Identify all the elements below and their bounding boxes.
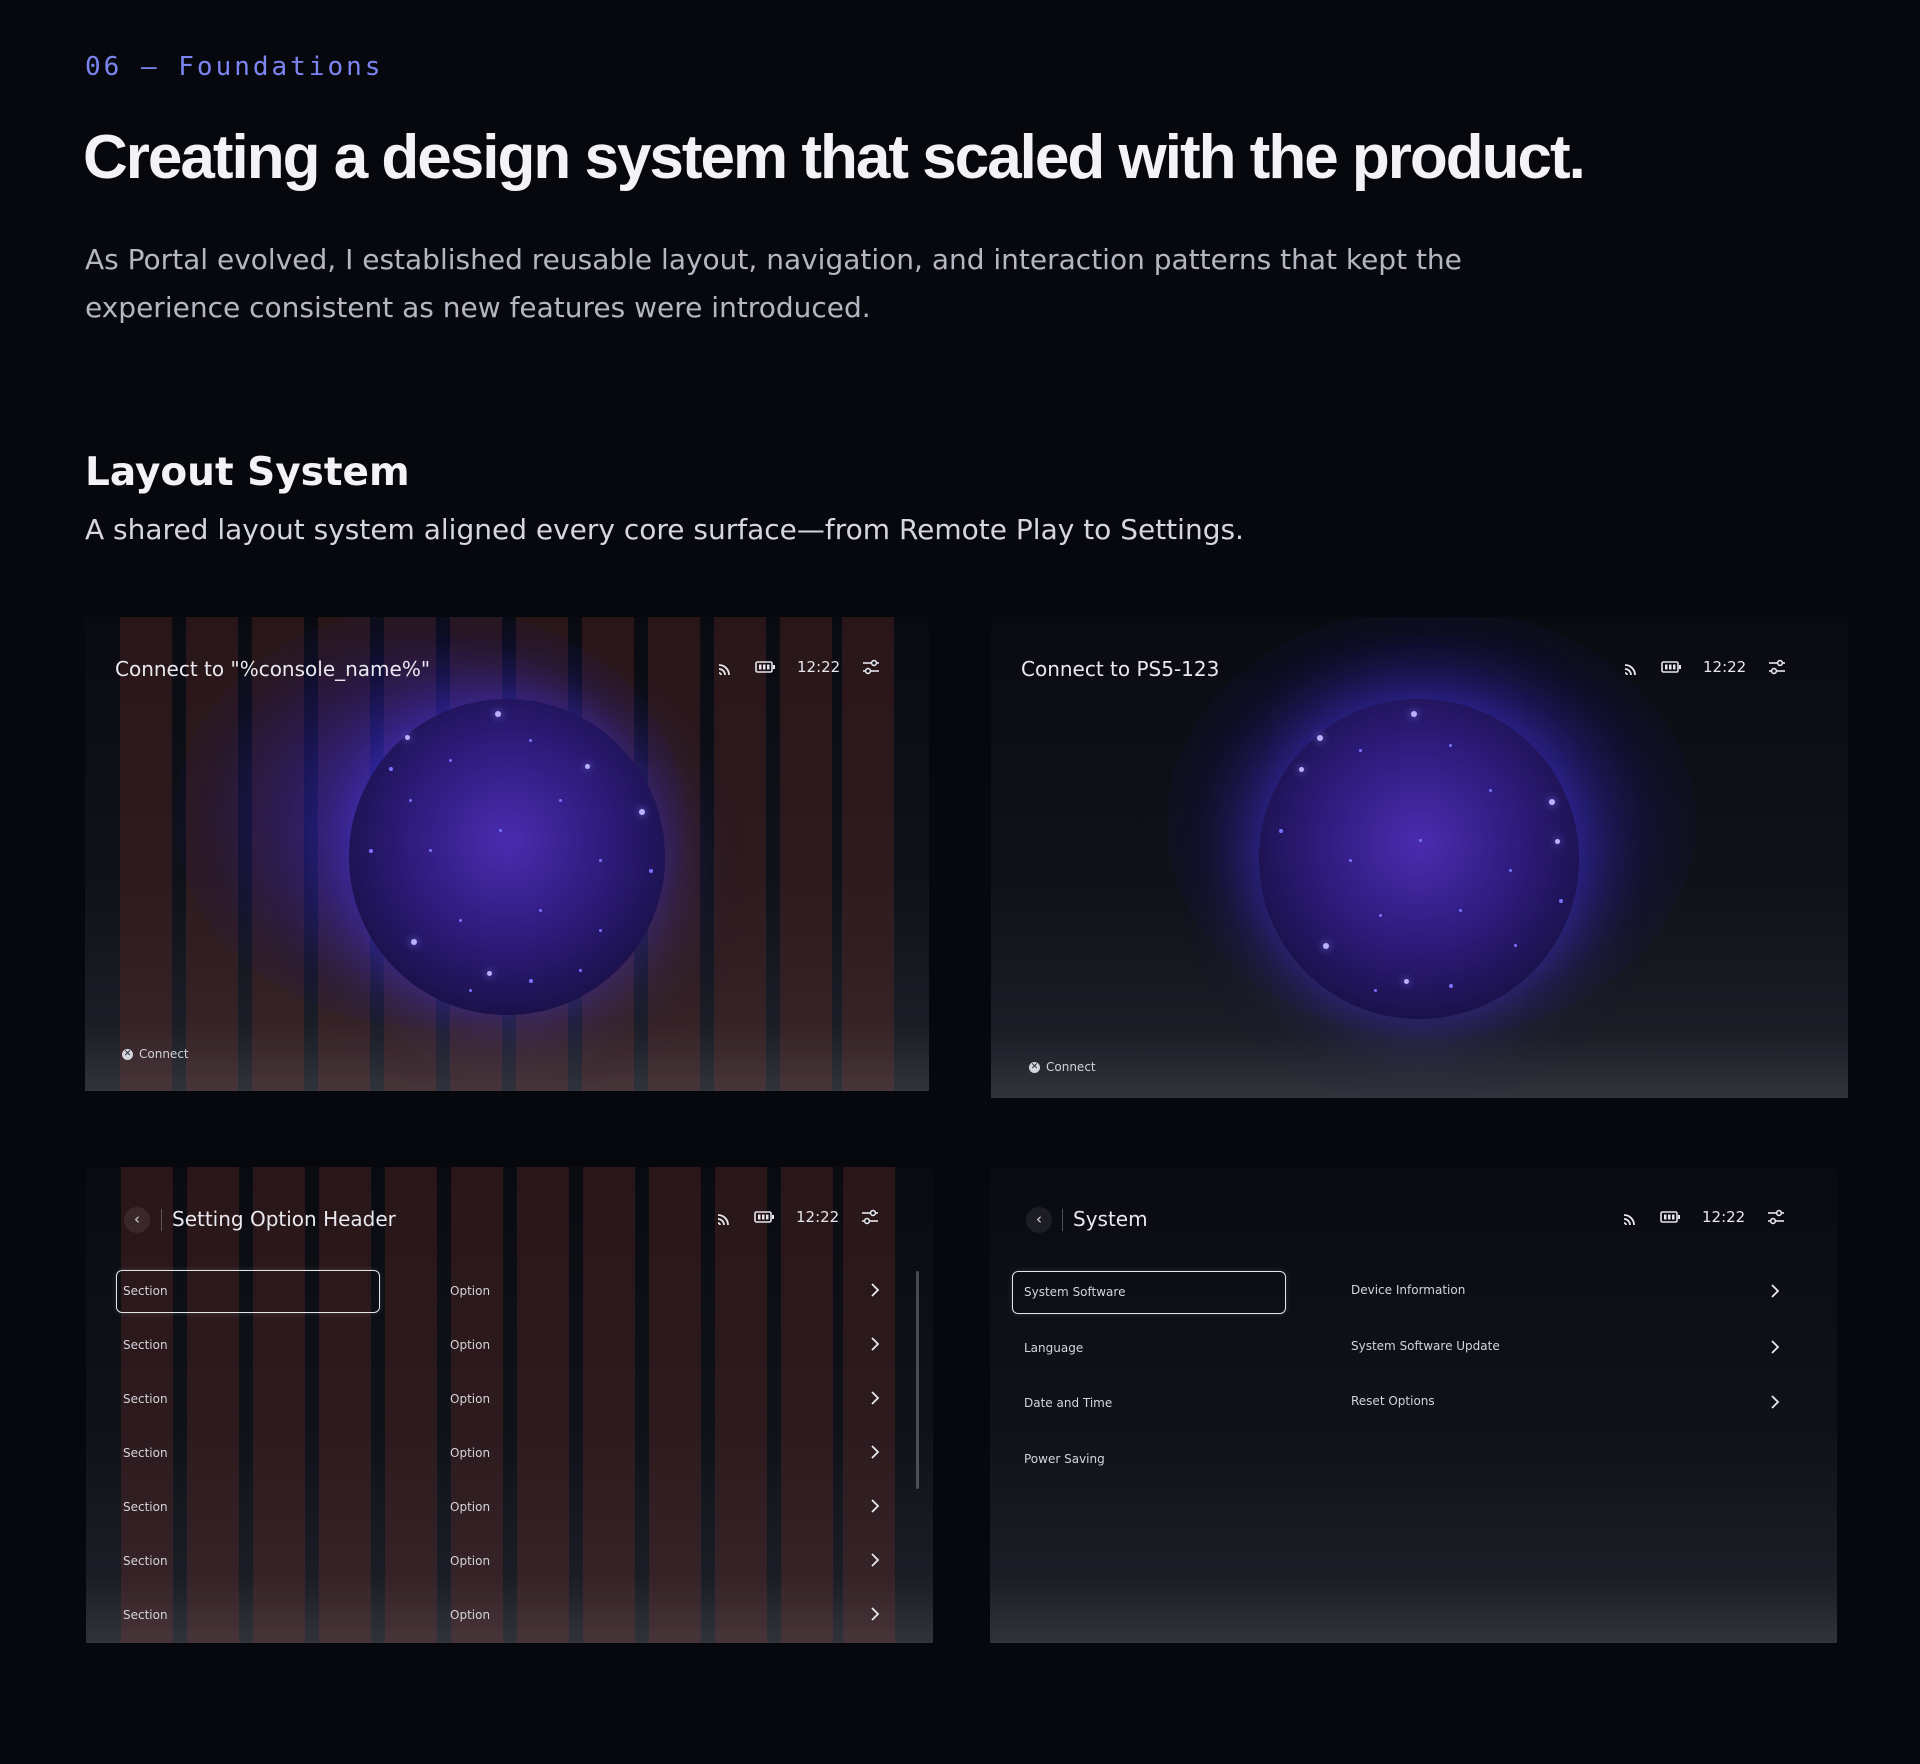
- option-label: Option: [450, 1392, 491, 1406]
- status-bar: 12:22: [1622, 1208, 1785, 1226]
- cross-button-icon: ✕: [122, 1048, 133, 1060]
- status-bar: 12:22: [716, 1208, 879, 1226]
- connect-label: Connect: [1046, 1060, 1096, 1074]
- chevron-right-icon: [871, 1499, 880, 1513]
- settings-sliders-icon[interactable]: [1767, 1209, 1785, 1225]
- section-label: Section: [123, 1446, 168, 1460]
- cast-icon: [718, 664, 730, 675]
- section-label: Section: [123, 1284, 168, 1298]
- menu-item-system-software[interactable]: System Software: [1024, 1285, 1125, 1299]
- chevron-right-icon: [871, 1445, 880, 1459]
- settings-header-title: Setting Option Header: [172, 1207, 396, 1231]
- connect-label: Connect: [139, 1047, 189, 1061]
- eyebrow-label: 06 — Foundations: [85, 52, 384, 82]
- system-settings-screen: ‹ System 12:22 System Software Language …: [990, 1167, 1837, 1643]
- chevron-right-icon: [871, 1283, 880, 1297]
- section-label: Section: [123, 1392, 168, 1406]
- clock: 12:22: [1702, 1208, 1746, 1226]
- cross-button-icon: ✕: [1029, 1061, 1040, 1073]
- connect-final-screen: Connect to PS5-123 12:22 ✕ Connect: [991, 617, 1848, 1098]
- back-button[interactable]: ‹: [124, 1207, 150, 1233]
- section-label: Section: [123, 1338, 168, 1352]
- starfield-orb: [1259, 699, 1579, 1019]
- connect-title: Connect to "%console_name%": [115, 657, 431, 681]
- back-button[interactable]: ‹: [1026, 1207, 1052, 1233]
- chevron-right-icon: [871, 1337, 880, 1351]
- battery-icon: [755, 661, 775, 673]
- option-label: Option: [450, 1338, 491, 1352]
- connect-title: Connect to PS5-123: [1021, 657, 1220, 681]
- cast-icon: [1623, 1214, 1635, 1225]
- option-reset-options: Reset Options: [1351, 1394, 1435, 1408]
- menu-item-language[interactable]: Language: [1024, 1341, 1083, 1355]
- chevron-right-icon: [871, 1553, 880, 1567]
- option-label: Option: [450, 1446, 491, 1460]
- option-label: Option: [450, 1500, 491, 1514]
- section-label: Section: [123, 1608, 168, 1622]
- clock: 12:22: [796, 1208, 840, 1226]
- clock: 12:22: [797, 658, 841, 676]
- header-divider: [161, 1209, 162, 1231]
- settings-sliders-icon[interactable]: [1768, 659, 1786, 675]
- option-label: Option: [450, 1284, 491, 1298]
- connect-action[interactable]: ✕ Connect: [122, 1047, 189, 1061]
- settings-sliders-icon[interactable]: [862, 659, 880, 675]
- clock: 12:22: [1703, 658, 1747, 676]
- chevron-right-icon: [1771, 1284, 1780, 1298]
- starfield-orb: [349, 699, 665, 1015]
- section-subtitle: A shared layout system aligned every cor…: [85, 513, 1244, 546]
- option-system-software-update: System Software Update: [1351, 1339, 1500, 1353]
- intro-paragraph: As Portal evolved, I established reusabl…: [85, 243, 1462, 324]
- header-divider: [1062, 1209, 1063, 1231]
- settings-header-title: System: [1073, 1207, 1148, 1231]
- battery-icon: [754, 1211, 774, 1223]
- chevron-right-icon: [1771, 1395, 1780, 1409]
- chevron-right-icon: [871, 1391, 880, 1405]
- section-label: Section: [123, 1554, 168, 1568]
- menu-item-power-saving[interactable]: Power Saving: [1024, 1452, 1105, 1466]
- battery-icon: [1661, 661, 1681, 673]
- status-bar: 12:22: [1623, 658, 1786, 676]
- option-label: Option: [450, 1608, 491, 1622]
- connect-template-screen: Connect to "%console_name%" 12:22 ✕ Conn…: [85, 617, 929, 1091]
- battery-icon: [1660, 1211, 1680, 1223]
- connect-action[interactable]: ✕ Connect: [1029, 1060, 1096, 1074]
- chevron-right-icon: [871, 1607, 880, 1621]
- settings-sliders-icon[interactable]: [861, 1209, 879, 1225]
- status-bar: 12:22: [717, 658, 880, 676]
- scrollbar[interactable]: [916, 1271, 919, 1489]
- cast-icon: [717, 1214, 729, 1225]
- section-title: Layout System: [85, 450, 410, 495]
- settings-template-screen: ‹ Setting Option Header 12:22 Section Op…: [86, 1167, 933, 1643]
- option-device-information: Device Information: [1351, 1283, 1466, 1297]
- cast-icon: [1624, 664, 1636, 675]
- page-headline: Creating a design system that scaled wit…: [83, 123, 1586, 192]
- chevron-right-icon: [1771, 1340, 1780, 1354]
- section-label: Section: [123, 1500, 168, 1514]
- menu-item-date-and-time[interactable]: Date and Time: [1024, 1396, 1112, 1410]
- option-label: Option: [450, 1554, 491, 1568]
